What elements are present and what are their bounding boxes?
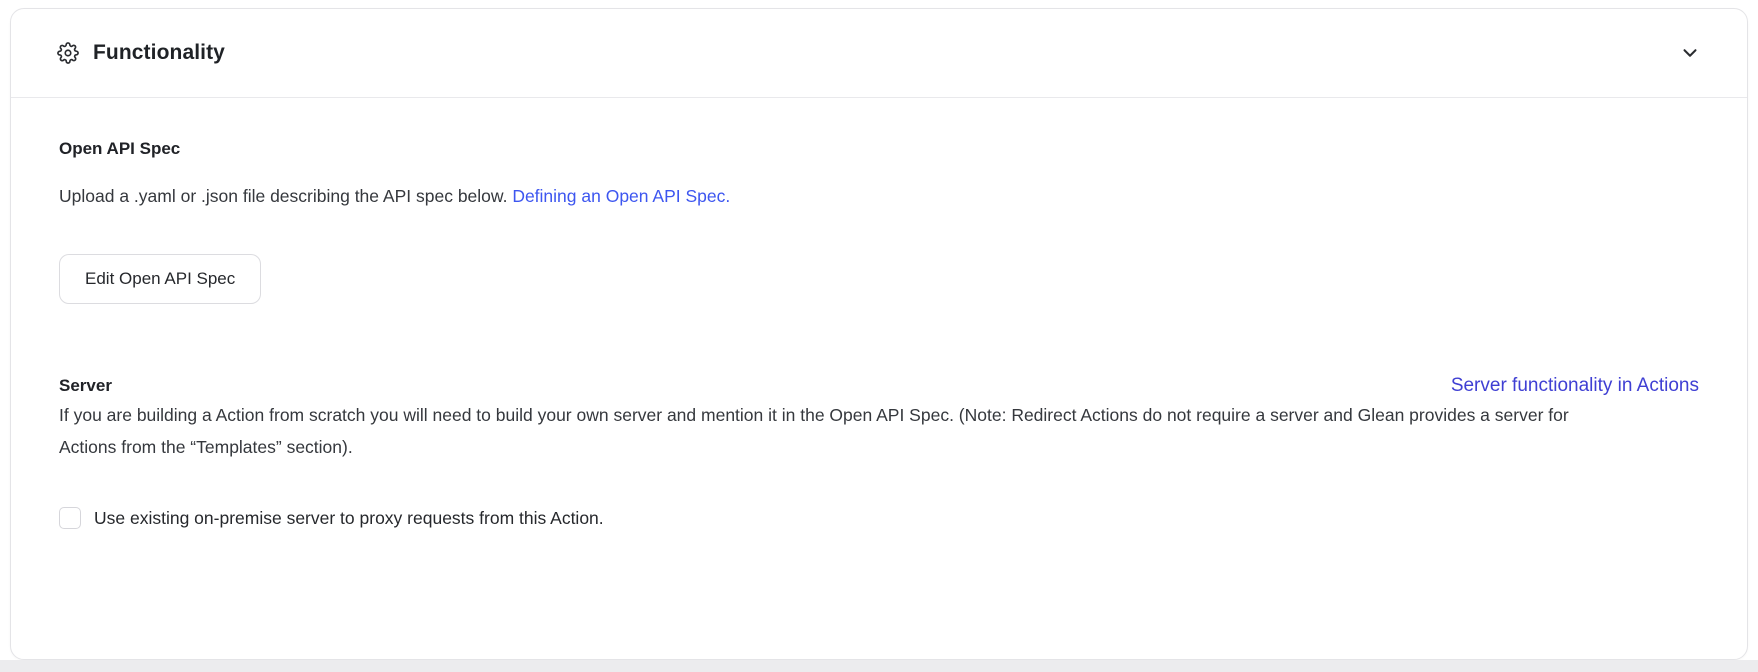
open-api-spec-description-text: Upload a .yaml or .json file describing … (59, 186, 507, 206)
edit-open-api-spec-button[interactable]: Edit Open API Spec (59, 254, 261, 304)
open-api-spec-description: Upload a .yaml or .json file describing … (59, 180, 1699, 212)
chevron-down-icon[interactable] (1679, 42, 1701, 64)
on-premise-server-checkbox-row[interactable]: Use existing on-premise server to proxy … (59, 507, 1699, 529)
functionality-card-header[interactable]: Functionality (11, 9, 1747, 98)
functionality-card-body: Open API Spec Upload a .yaml or .json fi… (11, 98, 1747, 529)
server-section: Server Server functionality in Actions I… (59, 375, 1699, 529)
gear-icon (57, 42, 79, 64)
server-description: If you are building a Action from scratc… (59, 399, 1589, 463)
page-background-strip (0, 660, 1758, 672)
open-api-spec-heading: Open API Spec (59, 139, 1699, 159)
defining-open-api-spec-link[interactable]: Defining an Open API Spec. (512, 186, 730, 206)
on-premise-server-checkbox-label: Use existing on-premise server to proxy … (94, 508, 604, 529)
server-header-row: Server Server functionality in Actions (59, 375, 1699, 397)
open-api-spec-section: Open API Spec Upload a .yaml or .json fi… (59, 139, 1699, 304)
card-title: Functionality (93, 41, 225, 65)
functionality-card: Functionality Open API Spec Upload a .ya… (10, 8, 1748, 660)
server-heading: Server (59, 376, 112, 396)
on-premise-server-checkbox[interactable] (59, 507, 81, 529)
server-functionality-link[interactable]: Server functionality in Actions (1451, 375, 1699, 397)
